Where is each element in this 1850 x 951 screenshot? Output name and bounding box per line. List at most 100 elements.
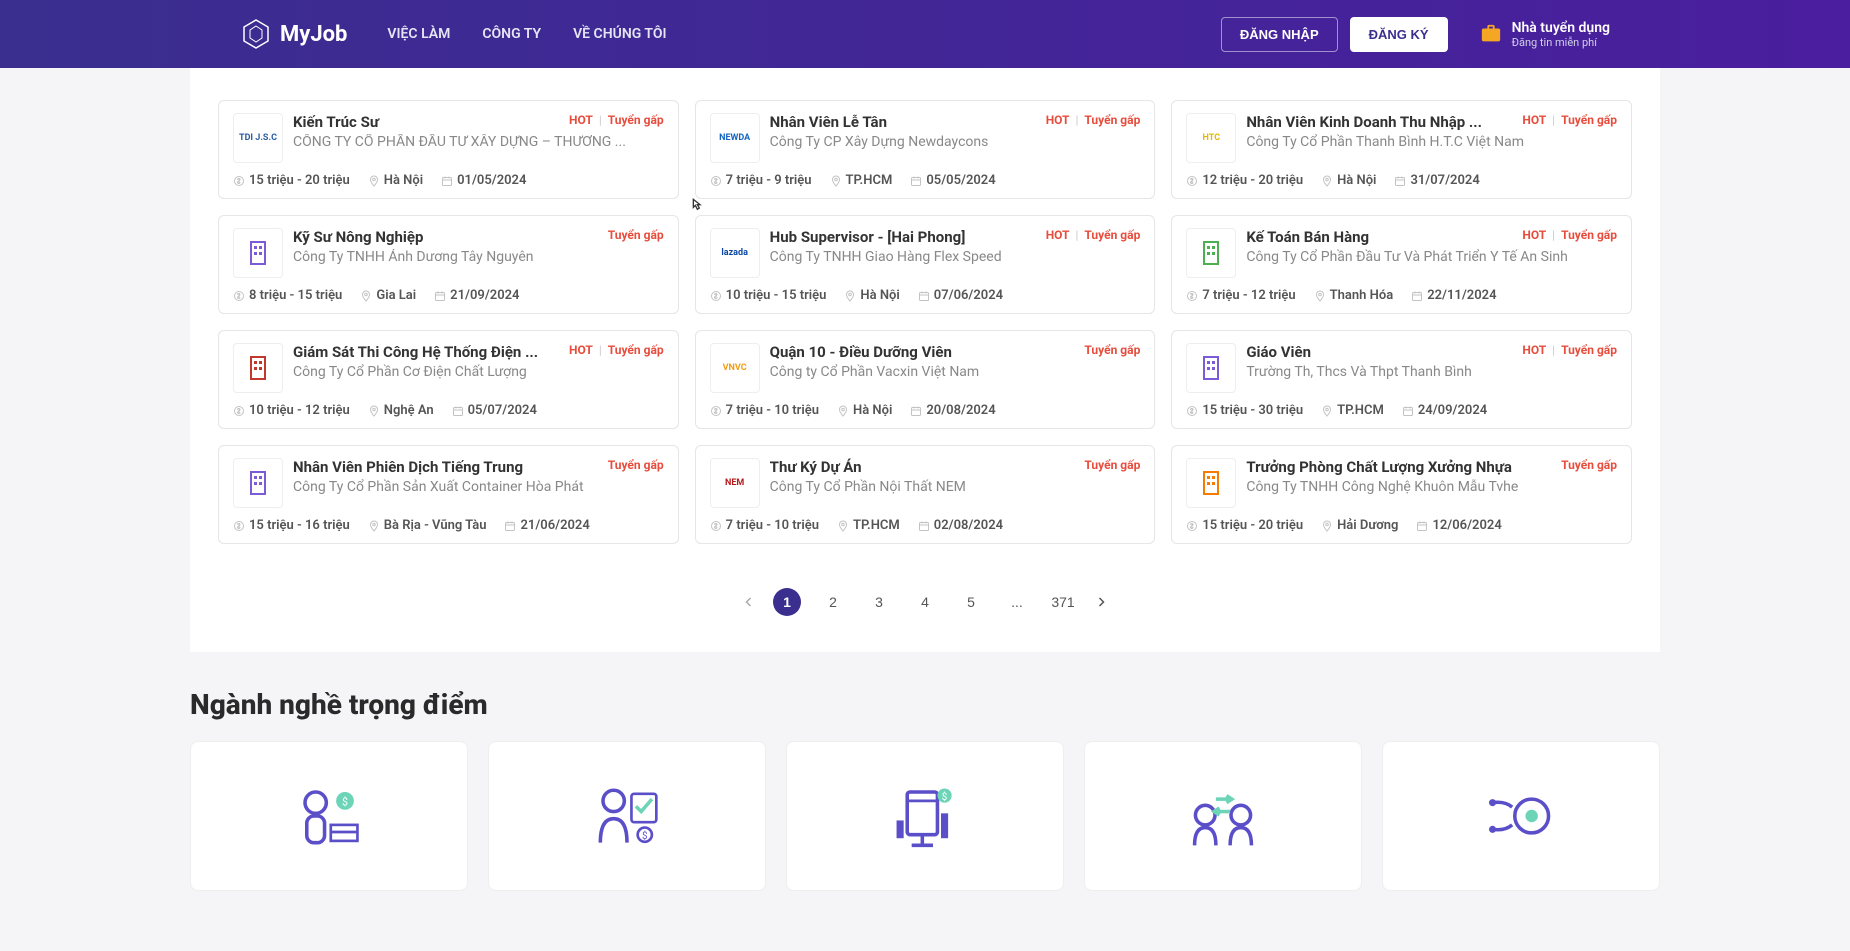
job-card[interactable]: lazada Hub Supervisor - [Hai Phong] HOT|… [695,215,1156,314]
meta-location: Hà Nội [837,403,892,418]
meta-location: Bà Rịa - Vũng Tàu [368,518,487,533]
category-card[interactable]: $ [488,741,766,891]
job-card[interactable]: TDI J.S.C Kiến Trúc Sư HOT|Tuyển gấp CÔN… [218,100,679,199]
job-info: Nhân Viên Kinh Doanh Thu Nhập ... HOT|Tu… [1246,113,1617,163]
job-info: Quận 10 - Điều Dưỡng Viên Tuyển gấp Công… [770,343,1141,393]
page-number[interactable]: 3 [865,588,893,616]
company-logo: TDI J.S.C [233,113,283,163]
job-grid: TDI J.S.C Kiến Trúc Sư HOT|Tuyển gấp CÔN… [190,90,1660,572]
briefcase-icon [1480,23,1502,45]
meta-location: TP.HCM [1321,403,1384,418]
meta-salary: 7 triệu - 10 triệu [710,403,819,418]
calendar-icon [441,175,453,187]
svg-text:$: $ [642,831,648,842]
page-number[interactable]: 4 [911,588,939,616]
category-card[interactable]: $ [786,741,1064,891]
job-title-row: Nhân Viên Lễ Tân HOT|Tuyển gấp [770,113,1141,131]
job-card[interactable]: VNVC Quận 10 - Điều Dưỡng Viên Tuyển gấp… [695,330,1156,429]
location-icon [837,520,849,532]
meta-location: TP.HCM [830,173,893,188]
job-tags: HOT|Tuyển gấp [1522,343,1617,357]
register-button[interactable]: ĐĂNG KÝ [1350,17,1448,52]
date-text: 24/09/2024 [1418,403,1487,418]
job-top: Nhân Viên Phiên Dịch Tiếng Trung Tuyển g… [233,458,664,508]
meta-salary: 12 triệu - 20 triệu [1186,173,1303,188]
job-card[interactable]: Giáo Viên HOT|Tuyển gấp Trường Th, Thcs … [1171,330,1632,429]
date-text: 22/11/2024 [1427,288,1496,303]
calendar-icon [1416,520,1428,532]
tag-hot: HOT [569,113,593,127]
job-card[interactable]: Kỹ Sư Nông Nghiệp Tuyển gấp Công Ty TNHH… [218,215,679,314]
salary-text: 15 triệu - 16 triệu [249,518,350,533]
dollar-icon [233,290,245,302]
job-card[interactable]: NEWDA Nhân Viên Lễ Tân HOT|Tuyển gấp Côn… [695,100,1156,199]
page-prev[interactable] [743,596,755,608]
nav-companies[interactable]: CÔNG TY [482,26,541,42]
calendar-icon [918,520,930,532]
job-title: Trưởng Phòng Chất Lượng Xưởng Nhựa [1246,458,1553,476]
calendar-icon [434,290,446,302]
page-number[interactable]: 5 [957,588,985,616]
meta-salary: 10 triệu - 12 triệu [233,403,350,418]
location-icon [837,405,849,417]
job-company: Trường Th, Thcs Và Thpt Thanh Bình [1246,364,1617,380]
location-text: Hà Nội [1337,173,1376,188]
job-card[interactable]: Nhân Viên Phiên Dịch Tiếng Trung Tuyển g… [218,445,679,544]
meta-location: Hà Nội [368,173,423,188]
page-number[interactable]: 2 [819,588,847,616]
job-meta: 15 triệu - 20 triệu Hà Nội 01/05/2024 [233,173,664,188]
job-company: Công Ty TNHH Giao Hàng Flex Speed [770,249,1141,265]
tag-urgent: Tuyển gấp [608,343,664,357]
job-card[interactable]: Giám Sát Thi Công Hệ Thống Điện ... HOT|… [218,330,679,429]
location-icon [1321,520,1333,532]
job-title-row: Kế Toán Bán Hàng HOT|Tuyển gấp [1246,228,1617,246]
job-meta: 15 triệu - 20 triệu Hải Dương 12/06/2024 [1186,518,1617,533]
nav-about[interactable]: VỀ CHÚNG TÔI [573,26,666,42]
meta-location: Hà Nội [1321,173,1376,188]
meta-date: 07/06/2024 [918,288,1003,303]
job-card[interactable]: Trưởng Phòng Chất Lượng Xưởng Nhựa Tuyển… [1171,445,1632,544]
header: MyJob VIỆC LÀM CÔNG TY VỀ CHÚNG TÔI ĐĂNG… [0,0,1850,68]
job-card[interactable]: Kế Toán Bán Hàng HOT|Tuyển gấp Công Ty C… [1171,215,1632,314]
job-title-row: Nhân Viên Kinh Doanh Thu Nhập ... HOT|Tu… [1246,113,1617,131]
meta-date: 21/09/2024 [434,288,519,303]
dollar-icon [710,405,722,417]
date-text: 07/06/2024 [934,288,1003,303]
category-card[interactable] [1382,741,1660,891]
logo[interactable]: MyJob [240,18,347,50]
date-text: 21/09/2024 [450,288,519,303]
company-logo [1186,343,1236,393]
meta-location: Hải Dương [1321,518,1398,533]
dollar-icon [710,290,722,302]
meta-salary: 7 triệu - 12 triệu [1186,288,1295,303]
category-card[interactable]: $ [190,741,468,891]
location-icon [368,520,380,532]
tag-urgent: Tuyển gấp [1084,458,1140,472]
dollar-icon [710,520,722,532]
category-icon-3: $ [880,776,970,856]
tag-hot: HOT [1046,228,1070,242]
job-card[interactable]: HTC Nhân Viên Kinh Doanh Thu Nhập ... HO… [1171,100,1632,199]
employer-link[interactable]: Nhà tuyển dụng Đăng tin miễn phí [1480,20,1610,49]
nav-jobs[interactable]: VIỆC LÀM [387,26,450,42]
login-button[interactable]: ĐĂNG NHẬP [1221,17,1338,52]
job-card[interactable]: NEM Thư Ký Dự Án Tuyển gấp Công Ty Cổ Ph… [695,445,1156,544]
location-text: Thanh Hóa [1330,288,1394,303]
job-top: NEWDA Nhân Viên Lễ Tân HOT|Tuyển gấp Côn… [710,113,1141,163]
employer-title: Nhà tuyển dụng [1512,20,1610,36]
job-top: Trưởng Phòng Chất Lượng Xưởng Nhựa Tuyển… [1186,458,1617,508]
meta-location: Hà Nội [844,288,899,303]
category-card[interactable] [1084,741,1362,891]
job-title: Nhân Viên Phiên Dịch Tiếng Trung [293,458,600,476]
calendar-icon [452,405,464,417]
page-number[interactable]: 371 [1049,588,1077,616]
location-icon [360,290,372,302]
page-number[interactable]: 1 [773,588,801,616]
job-company: Công Ty CP Xây Dựng Newdaycons [770,134,1141,150]
company-logo: NEWDA [710,113,760,163]
company-logo [233,458,283,508]
location-text: Hà Nội [860,288,899,303]
job-info: Nhân Viên Lễ Tân HOT|Tuyển gấp Công Ty C… [770,113,1141,163]
page-next[interactable] [1095,596,1107,608]
job-meta: 10 triệu - 12 triệu Nghệ An 05/07/2024 [233,403,664,418]
